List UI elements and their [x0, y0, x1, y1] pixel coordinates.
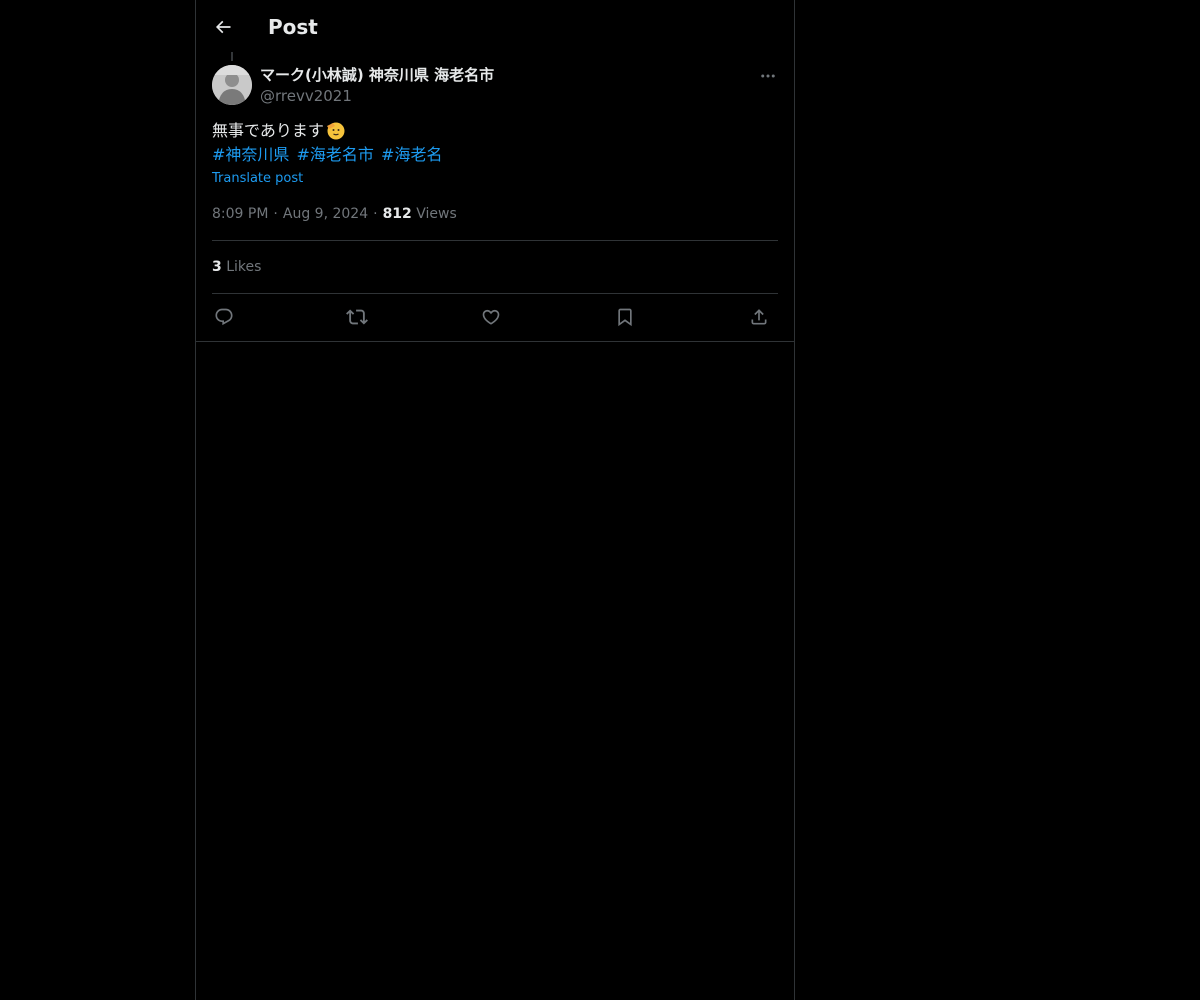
- thread-connector-line: [231, 52, 233, 61]
- post-action-bar: [212, 303, 778, 331]
- divider: [212, 240, 778, 241]
- bookmark-button[interactable]: [613, 305, 637, 329]
- like-button[interactable]: [479, 305, 503, 329]
- post-date[interactable]: Aug 9, 2024: [283, 206, 368, 222]
- hashtag-list: #神奈川県 #海老名市 #海老名: [212, 143, 444, 167]
- views-label: Views: [416, 206, 457, 222]
- bookmark-icon: [615, 307, 635, 327]
- share-icon: [749, 307, 769, 327]
- more-options-button[interactable]: [756, 64, 780, 88]
- author-display-name[interactable]: マーク(小林誠) 神奈川県 海老名市: [260, 65, 494, 85]
- page-header: Post: [196, 0, 794, 53]
- share-button[interactable]: [747, 305, 771, 329]
- post-bottom-border: [196, 341, 794, 342]
- translate-post-link[interactable]: Translate post: [212, 170, 303, 188]
- hashtag-link[interactable]: #神奈川県: [212, 145, 289, 164]
- post-meta: 8:09 PM · Aug 9, 2024 · 812 Views: [212, 204, 457, 224]
- reply-icon: [214, 307, 234, 327]
- page-title: Post: [268, 15, 318, 39]
- hashtag-link[interactable]: #海老名市: [297, 145, 374, 164]
- more-horizontal-icon: [759, 67, 777, 85]
- heart-icon: [481, 307, 501, 327]
- likes-label: Likes: [226, 259, 262, 275]
- avatar[interactable]: [212, 65, 252, 105]
- post-time[interactable]: 8:09 PM: [212, 206, 268, 222]
- saluting-face-emoji: [325, 120, 345, 140]
- post-detail-column: Post マーク(小林誠) 神奈川県 海老名市 @rrevv2021 無事であり…: [195, 0, 795, 1000]
- likes-link[interactable]: 3 Likes: [212, 257, 261, 277]
- repost-button[interactable]: [345, 305, 369, 329]
- meta-separator: ·: [273, 206, 278, 222]
- likes-count: 3: [212, 259, 222, 275]
- arrow-left-icon: [213, 17, 233, 37]
- meta-separator: ·: [373, 206, 378, 222]
- post-body-text: 無事であります: [212, 121, 324, 140]
- reply-button[interactable]: [212, 305, 236, 329]
- back-button[interactable]: [206, 10, 240, 44]
- views-count: 812: [382, 206, 412, 222]
- repost-icon: [346, 306, 368, 328]
- author-handle[interactable]: @rrevv2021: [260, 86, 352, 106]
- post-text: 無事であります: [212, 119, 345, 143]
- divider: [212, 293, 778, 294]
- hashtag-link[interactable]: #海老名: [381, 145, 442, 164]
